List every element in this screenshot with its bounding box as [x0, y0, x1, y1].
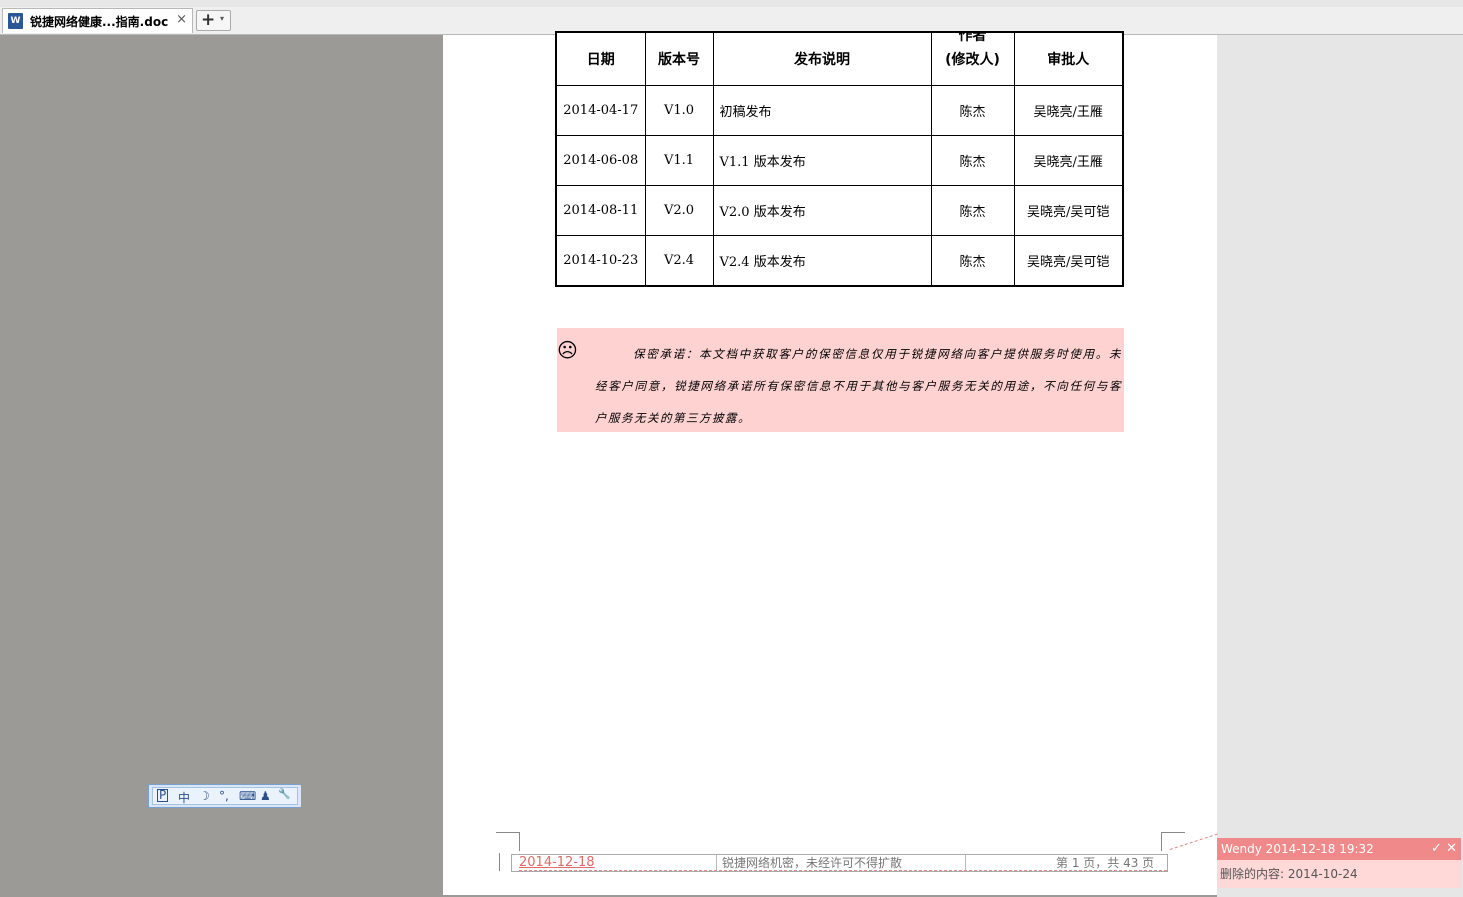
footer-divider: [716, 855, 717, 871]
ime-settings-icon[interactable]: 🔧: [278, 789, 290, 800]
ime-user-icon[interactable]: ♟: [260, 789, 271, 803]
chevron-down-icon[interactable]: ▾: [220, 14, 224, 23]
header-approver: 审批人: [1013, 31, 1124, 86]
revision-dash-line: [519, 870, 1167, 871]
comment-actions: ✓ ✕: [1431, 838, 1457, 860]
cell-author: 陈杰: [930, 185, 1015, 236]
table-row: 2014-08-11 V2.0 V2.0 版本发布 陈杰 吴晓亮/吴可铠: [555, 185, 1124, 236]
cell-version: V2.0: [644, 185, 714, 236]
revision-comment-balloon[interactable]: Wendy 2014-12-18 19:32 ✓ ✕ 删除的内容: 2014-1…: [1217, 838, 1461, 888]
accept-change-icon[interactable]: ✓: [1431, 841, 1442, 856]
footer-confidential-note: 锐捷网络机密，未经许可不得扩散: [722, 856, 903, 870]
header-version: 版本号: [644, 31, 714, 86]
header-author-title: 作者: [958, 33, 987, 44]
ime-keyboard-icon[interactable]: ⌨: [239, 789, 256, 803]
sad-face-icon: ☹: [557, 338, 578, 362]
cell-approver: 吴晓亮/吴可铠: [1013, 185, 1124, 236]
close-tab-icon[interactable]: ×: [176, 12, 187, 27]
comment-header: Wendy 2014-12-18 19:32 ✓ ✕: [1217, 838, 1461, 860]
reject-change-icon[interactable]: ✕: [1446, 841, 1457, 856]
markup-pane: [1217, 35, 1463, 897]
comment-body: 删除的内容: 2014-10-24: [1220, 867, 1358, 881]
cell-description: V1.1 版本发布: [712, 135, 932, 186]
table-row: 2014-10-23 V2.4 V2.4 版本发布 陈杰 吴晓亮/吴可铠: [555, 235, 1124, 287]
cell-author: 陈杰: [930, 85, 1015, 136]
document-tab-title: 锐捷网络健康...指南.doc: [30, 15, 169, 29]
plus-icon: +: [201, 10, 216, 30]
cell-version: V1.0: [644, 85, 714, 136]
confidentiality-text: 保密承诺：本文档中获取客户的保密信息仅用于锐捷网络向客户提供服务时使用。未经客户…: [595, 347, 1122, 425]
ime-toolbar-inner: P 中 ☽ °, ⌨ ♟ 🔧: [152, 787, 298, 805]
word-doc-icon: W: [8, 13, 23, 29]
cell-description: 初稿发布: [712, 85, 932, 136]
cell-approver: 吴晓亮/王雁: [1013, 85, 1124, 136]
header-author: 作者 (修改人): [930, 31, 1015, 86]
cell-date: 2014-06-08: [555, 135, 646, 186]
cell-author: 陈杰: [930, 235, 1015, 287]
cell-description: V2.0 版本发布: [712, 185, 932, 236]
cell-author: 陈杰: [930, 135, 1015, 186]
revision-history-table: 日期 版本号 发布说明 作者 (修改人) 审批人 2014-04-17 V1.0…: [555, 31, 1124, 287]
header-author-sub: (修改人): [945, 52, 1000, 68]
cell-date: 2014-10-23: [555, 235, 646, 287]
cell-date: 2014-04-17: [555, 85, 646, 136]
document-tab[interactable]: W 锐捷网络健康...指南.doc ×: [2, 8, 193, 33]
cell-version: V2.4: [644, 235, 714, 287]
ime-punctuation-icon[interactable]: °,: [219, 789, 229, 803]
cell-version: V1.1: [644, 135, 714, 186]
cell-approver: 吴晓亮/王雁: [1013, 135, 1124, 186]
header-date: 日期: [555, 31, 646, 86]
ime-chinese-mode-icon[interactable]: 中: [178, 789, 190, 806]
ime-toolbar[interactable]: P 中 ☽ °, ⌨ ♟ 🔧: [148, 784, 302, 808]
table-row: 2014-04-17 V1.0 初稿发布 陈杰 吴晓亮/王雁: [555, 85, 1124, 136]
document-page[interactable]: 日期 版本号 发布说明 作者 (修改人) 审批人 2014-04-17 V1.0…: [443, 31, 1217, 895]
comment-author-time: Wendy 2014-12-18 19:32: [1221, 842, 1374, 856]
footer-page-count: 第 1 页，共 43 页: [1056, 856, 1155, 870]
footer-margin-mark: [499, 853, 500, 871]
new-tab-button[interactable]: + ▾: [196, 10, 231, 31]
footer-date: 2014-12-18: [519, 855, 595, 870]
header-description: 发布说明: [712, 31, 932, 86]
ime-logo-icon[interactable]: P: [157, 789, 169, 802]
cell-approver: 吴晓亮/吴可铠: [1013, 235, 1124, 287]
header-corner-mark-left: [496, 832, 520, 851]
confidentiality-notice: ☹ 保密承诺：本文档中获取客户的保密信息仅用于锐捷网络向客户提供服务时使用。未经…: [557, 328, 1124, 432]
cell-description: V2.4 版本发布: [712, 235, 932, 287]
table-header-row: 日期 版本号 发布说明 作者 (修改人) 审批人: [555, 31, 1124, 86]
ime-halfwidth-icon[interactable]: ☽: [199, 789, 210, 803]
cell-date: 2014-08-11: [555, 185, 646, 236]
footer-divider: [965, 855, 966, 871]
table-row: 2014-06-08 V1.1 V1.1 版本发布 陈杰 吴晓亮/王雁: [555, 135, 1124, 186]
